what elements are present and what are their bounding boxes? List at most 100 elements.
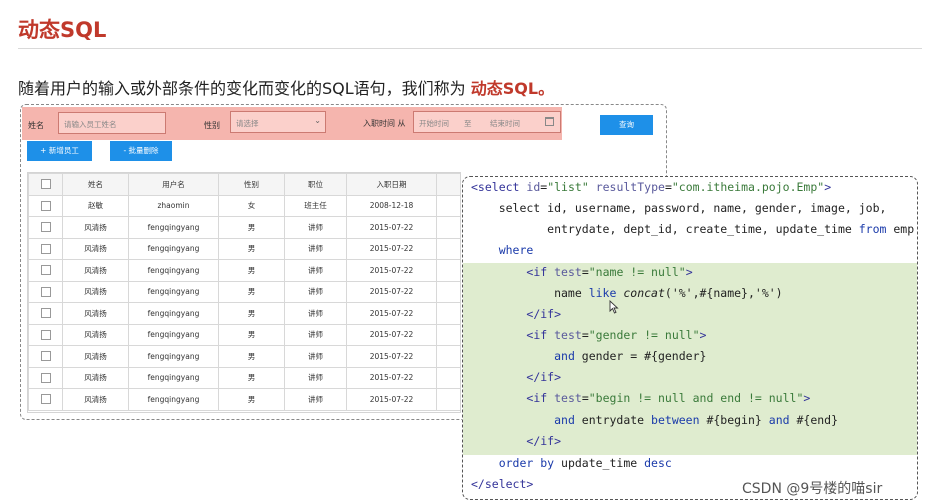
table-cell: 男 bbox=[218, 302, 285, 325]
table-cell: 风清扬 bbox=[62, 216, 129, 239]
code-line: </if> bbox=[526, 434, 562, 448]
table-cell-empty bbox=[436, 388, 460, 411]
code-line: where bbox=[498, 243, 534, 257]
row-checkbox-cell[interactable] bbox=[28, 302, 63, 325]
row-checkbox[interactable] bbox=[40, 394, 51, 405]
table-cell: 2015-07-22 bbox=[346, 259, 437, 282]
table-cell: 男 bbox=[218, 323, 285, 346]
date-label-from: 从 bbox=[397, 119, 406, 128]
subtitle: 随着用户的输入或外部条件的变化而变化的SQL语句，我们称为 动态SQL。 bbox=[18, 75, 554, 99]
table-cell: fengqingyang bbox=[128, 216, 219, 239]
page-title: 动态SQL bbox=[18, 18, 107, 42]
table-cell: 男 bbox=[218, 280, 285, 303]
row-checkbox-cell[interactable] bbox=[28, 323, 63, 346]
code-line: <if test="begin != null and end != null"… bbox=[526, 391, 811, 405]
table-cell-empty bbox=[436, 323, 460, 346]
table-row: 风清扬 fengqingyang 男讲师 2015-07-22 bbox=[28, 237, 460, 260]
table-cell: 风清扬 bbox=[62, 388, 129, 411]
code-line: </select> bbox=[471, 477, 534, 491]
row-checkbox-cell[interactable] bbox=[28, 345, 63, 368]
row-checkbox[interactable] bbox=[40, 200, 51, 211]
table-cell: 赵敏 bbox=[62, 194, 129, 217]
table-cell: fengqingyang bbox=[128, 345, 219, 368]
date-label: 入职时间 从 bbox=[363, 118, 406, 129]
row-checkbox[interactable] bbox=[40, 222, 51, 233]
search-button[interactable]: 查询 bbox=[600, 115, 653, 135]
table-cell-empty bbox=[436, 194, 460, 217]
table-cell-empty bbox=[436, 345, 460, 368]
batch-delete-button[interactable]: - 批量删除 bbox=[110, 141, 172, 161]
table-cell: zhaomin bbox=[128, 194, 219, 217]
row-checkbox-cell[interactable] bbox=[28, 259, 63, 282]
table-cell: 2015-07-22 bbox=[346, 345, 437, 368]
table-cell: 讲师 bbox=[284, 388, 347, 411]
row-checkbox[interactable] bbox=[40, 308, 51, 319]
table-cell: fengqingyang bbox=[128, 323, 219, 346]
table-cell: 2015-07-22 bbox=[346, 237, 437, 260]
date-start-placeholder: 开始时间 bbox=[419, 119, 449, 128]
table-cell: fengqingyang bbox=[128, 280, 219, 303]
table-cell: 风清扬 bbox=[62, 323, 129, 346]
table-cell: fengqingyang bbox=[128, 259, 219, 282]
table-cell: 讲师 bbox=[284, 216, 347, 239]
table-cell: 风清扬 bbox=[62, 302, 129, 325]
column-header: 职位 bbox=[284, 173, 347, 196]
row-checkbox-cell[interactable] bbox=[28, 366, 63, 389]
date-end-placeholder: 结束时间 bbox=[490, 119, 520, 128]
row-checkbox[interactable] bbox=[40, 243, 51, 254]
table-cell: 讲师 bbox=[284, 259, 347, 282]
code-line: and entrydate between #{begin} and #{end… bbox=[554, 413, 839, 427]
table-cell: fengqingyang bbox=[128, 388, 219, 411]
mouse-cursor-icon bbox=[609, 300, 619, 314]
date-range-picker[interactable]: 开始时间 至 结束时间 bbox=[413, 111, 561, 133]
table-header-row: 姓名 用户名 性别 职位 入职日期 bbox=[28, 173, 460, 196]
gender-select[interactable]: 请选择 ⌄ bbox=[230, 111, 326, 133]
row-checkbox-cell[interactable] bbox=[28, 237, 63, 260]
table-cell: fengqingyang bbox=[128, 366, 219, 389]
table-cell-empty bbox=[436, 259, 460, 282]
name-input-placeholder: 请输入员工姓名 bbox=[64, 120, 117, 129]
row-checkbox-cell[interactable] bbox=[28, 194, 63, 217]
table-cell: 讲师 bbox=[284, 323, 347, 346]
table-row: 风清扬 fengqingyang 男讲师 2015-07-22 bbox=[28, 345, 460, 368]
table-cell: 风清扬 bbox=[62, 259, 129, 282]
date-label-text: 入职时间 bbox=[363, 119, 395, 128]
table-cell: 讲师 bbox=[284, 280, 347, 303]
subtitle-text: 随着用户的输入或外部条件的变化而变化的SQL语句，我们称为 bbox=[18, 79, 471, 98]
row-checkbox-cell[interactable] bbox=[28, 388, 63, 411]
table-row: 风清扬 fengqingyang 男讲师 2015-07-22 bbox=[28, 323, 460, 346]
gender-select-placeholder: 请选择 bbox=[236, 119, 259, 128]
table-cell: 讲师 bbox=[284, 302, 347, 325]
add-employee-button[interactable]: + 新增员工 bbox=[27, 141, 92, 161]
table-cell: 讲师 bbox=[284, 237, 347, 260]
mybatis-code-block: <select id="list" resultType="com.itheim… bbox=[462, 176, 918, 500]
select-all-checkbox-cell[interactable] bbox=[28, 173, 63, 196]
date-separator: 至 bbox=[464, 119, 472, 128]
row-checkbox[interactable] bbox=[40, 286, 51, 297]
table-cell: 2015-07-22 bbox=[346, 323, 437, 346]
employee-table: 姓名 用户名 性别 职位 入职日期 赵敏 zhaomin 女班主任 2008-12-1… bbox=[27, 172, 461, 413]
table-cell: 风清扬 bbox=[62, 366, 129, 389]
row-checkbox[interactable] bbox=[40, 265, 51, 276]
name-label: 姓名 bbox=[28, 121, 44, 130]
table-cell-empty bbox=[436, 366, 460, 389]
table-cell: 风清扬 bbox=[62, 280, 129, 303]
table-cell: 男 bbox=[218, 345, 285, 368]
name-search-input[interactable]: 请输入员工姓名 bbox=[58, 112, 166, 134]
table-cell: 男 bbox=[218, 216, 285, 239]
row-checkbox[interactable] bbox=[40, 351, 51, 362]
code-line: <if test="name != null"> bbox=[526, 265, 693, 279]
table-cell: 男 bbox=[218, 388, 285, 411]
row-checkbox-cell[interactable] bbox=[28, 280, 63, 303]
chevron-down-icon: ⌄ bbox=[314, 116, 321, 125]
table-cell: 2015-07-22 bbox=[346, 280, 437, 303]
table-cell: 2015-07-22 bbox=[346, 216, 437, 239]
calendar-icon bbox=[545, 117, 554, 126]
row-checkbox[interactable] bbox=[40, 329, 51, 340]
watermark: CSDN @9号楼的喵sir bbox=[742, 478, 883, 498]
gender-label: 性别 bbox=[204, 121, 220, 130]
row-checkbox[interactable] bbox=[40, 372, 51, 383]
table-cell-empty bbox=[436, 280, 460, 303]
select-all-checkbox[interactable] bbox=[40, 179, 51, 190]
row-checkbox-cell[interactable] bbox=[28, 216, 63, 239]
